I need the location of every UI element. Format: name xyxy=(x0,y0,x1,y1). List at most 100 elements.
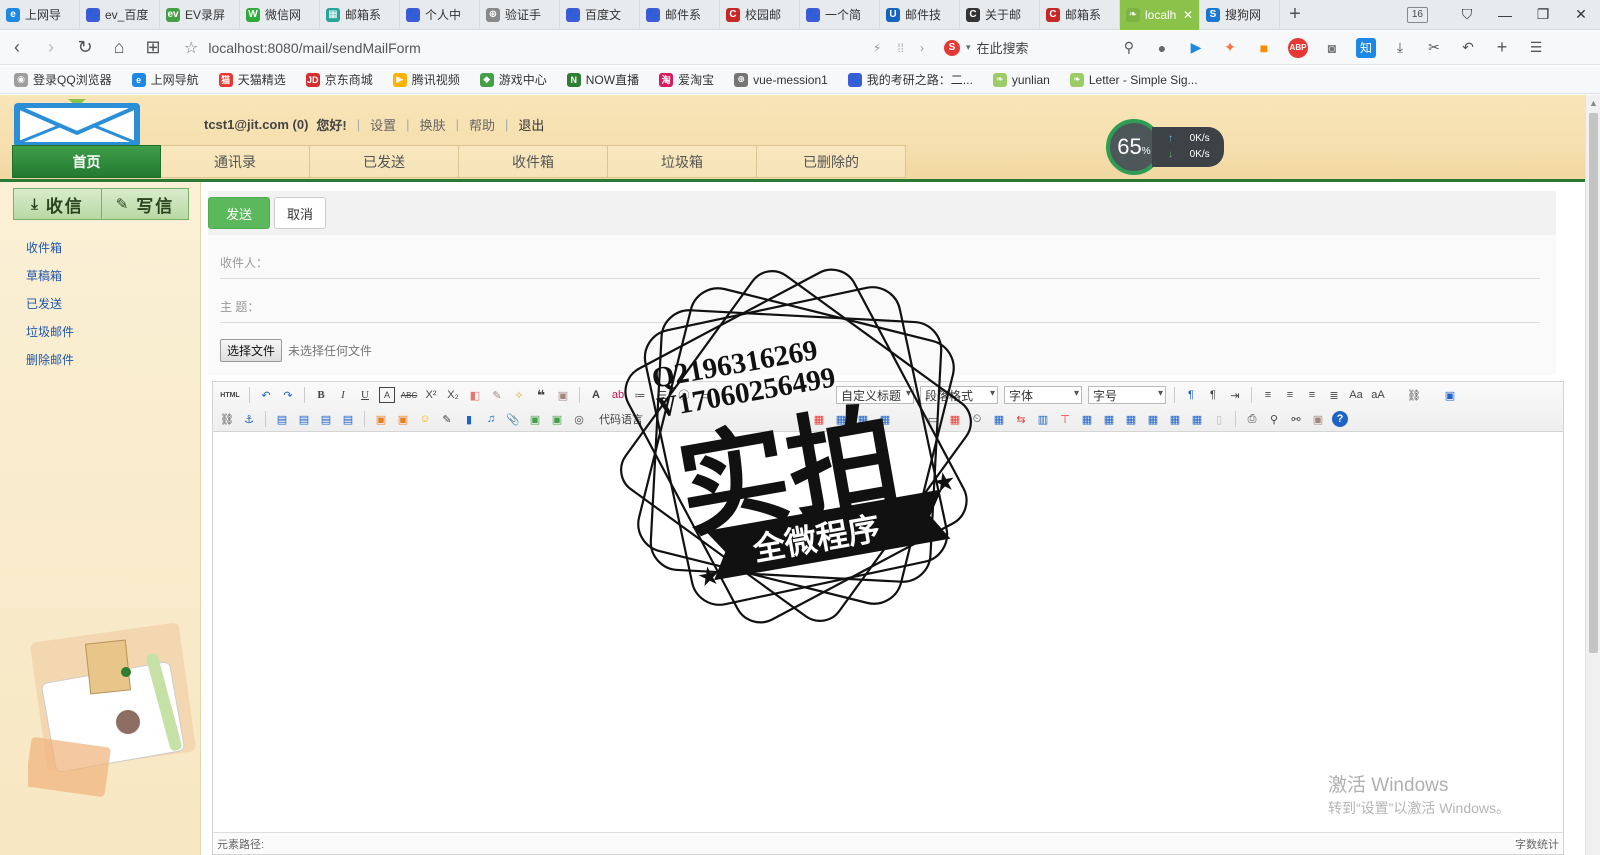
nav-tab-trash[interactable]: 垃圾箱 xyxy=(608,145,757,178)
font-size-select[interactable]: 字号 xyxy=(1088,386,1166,404)
unlink-icon[interactable]: ⛓ xyxy=(219,411,235,427)
adblock-icon[interactable]: ABP xyxy=(1288,37,1308,58)
split-rows-icon[interactable]: ▦ xyxy=(1145,411,1161,427)
scrollbar-thumb[interactable] xyxy=(1589,113,1598,653)
url-field[interactable]: ☆ localhost:8080/mail/sendMailForm ⚡ ⁞⁞ … xyxy=(184,38,924,58)
search-box[interactable]: S ▾ 在此搜索 ⚲ xyxy=(944,38,1134,57)
ltr-icon[interactable]: ¶ xyxy=(1183,387,1199,403)
binoculars-icon[interactable]: ⚯ xyxy=(1288,411,1304,427)
browser-tab[interactable]: ❧ localh ✕ xyxy=(1120,0,1200,30)
sidebar-item-spam[interactable]: 垃圾邮件 xyxy=(26,318,74,346)
align-center-icon[interactable]: ≡ xyxy=(1282,387,1298,403)
reload-button[interactable]: ↻ xyxy=(68,37,102,58)
zoom-preview-icon[interactable]: ⚲ xyxy=(1266,411,1282,427)
bookmark-item[interactable]: ◉ 登录QQ浏览器 xyxy=(14,71,112,88)
cancel-button[interactable]: 取消 xyxy=(274,197,326,229)
settings-link[interactable]: 设置 xyxy=(370,115,396,134)
bookmark-item[interactable]: ⊕ vue-mession1 xyxy=(734,72,828,87)
close-tab-icon[interactable]: ✕ xyxy=(1183,8,1193,22)
insert-video-icon[interactable]: ▮ xyxy=(461,411,477,427)
delete-table-icon[interactable]: ▦ xyxy=(1189,411,1205,427)
html-source-icon[interactable]: HTML xyxy=(219,387,241,403)
browser-tab[interactable]: S 搜狗网 xyxy=(1200,0,1280,30)
play-icon[interactable]: ▶ xyxy=(1186,38,1206,58)
lowercase-icon[interactable]: aA xyxy=(1370,387,1386,403)
bookmark-item[interactable]: ▶ 腾讯视频 xyxy=(392,71,460,88)
bold-icon[interactable]: B xyxy=(313,387,329,403)
gamepad-icon[interactable]: ✦ xyxy=(1220,38,1240,58)
network-speed-widget[interactable]: 65% ↑ 0K/s ↓ 0K/s xyxy=(1106,119,1224,175)
logout-link[interactable]: 退出 xyxy=(518,115,544,134)
split-cells-icon[interactable]: ▦ xyxy=(1123,411,1139,427)
browser-tab[interactable]: 🐾 百度文 xyxy=(560,0,640,30)
search-placeholder[interactable]: 在此搜索 xyxy=(977,38,1029,57)
bookmark-item[interactable]: N NOW直播 xyxy=(566,71,639,88)
nav-tab-deleted[interactable]: 已删除的 xyxy=(757,145,906,178)
superscript-icon[interactable]: X² xyxy=(423,387,439,403)
insert-row-icon[interactable]: ⇆ xyxy=(1013,411,1029,427)
draft-icon[interactable]: ▣ xyxy=(1310,411,1326,427)
flash-icon[interactable]: ⚡ xyxy=(873,41,881,55)
bookmark-item[interactable]: 淘爱淘宝 xyxy=(659,71,714,88)
choose-file-button[interactable]: 选择文件 xyxy=(220,339,283,362)
attachment-icon[interactable]: 📎 xyxy=(505,411,521,427)
rtl-icon[interactable]: ¶ xyxy=(1205,387,1221,403)
browser-tab[interactable]: 🐾 邮件系 xyxy=(640,0,720,30)
paste-plain-icon[interactable]: ▣ xyxy=(555,387,571,403)
insert-frame-icon[interactable]: ◎ xyxy=(571,411,587,427)
strikethrough-icon[interactable]: ABC xyxy=(401,387,417,403)
bookmark-item[interactable]: ❧ yunlian xyxy=(992,72,1050,87)
close-window-button[interactable]: ✕ xyxy=(1562,6,1600,23)
multi-image-icon[interactable]: ▣ xyxy=(395,411,411,427)
restore-button[interactable]: ❐ xyxy=(1524,6,1562,23)
minimize-button[interactable]: — xyxy=(1486,7,1524,23)
align-right-icon[interactable]: ≡ xyxy=(1304,387,1320,403)
merge-down-icon[interactable]: ▦ xyxy=(1101,411,1117,427)
search-icon[interactable]: ⚲ xyxy=(1124,39,1134,56)
browser-tab[interactable]: 🐾 ev_百度 xyxy=(80,0,160,30)
redo-icon[interactable]: ↷ xyxy=(280,387,296,403)
anchor-icon[interactable]: ⚓ xyxy=(241,411,257,427)
scroll-up-icon[interactable]: ▲ xyxy=(1589,98,1598,108)
font-border-icon[interactable]: A xyxy=(379,387,395,403)
page-break-icon[interactable]: ▯ xyxy=(1211,411,1227,427)
menu-icon[interactable]: ☰ xyxy=(1526,38,1546,58)
format-brush-icon[interactable]: ✎ xyxy=(489,387,505,403)
sidebar-item-deleted[interactable]: 删除邮件 xyxy=(26,346,74,374)
write-mail-button[interactable]: ✎ 写信 xyxy=(101,189,188,219)
browser-tab[interactable]: ⊕ 验证手 xyxy=(480,0,560,30)
zhihu-icon[interactable]: 知 xyxy=(1356,37,1376,58)
preview-icon[interactable]: ▣ xyxy=(1442,387,1458,403)
browser-tab[interactable]: U 邮件技 xyxy=(880,0,960,30)
google-map-icon[interactable]: ▣ xyxy=(549,411,565,427)
receive-mail-button[interactable]: ⤓ 收信 xyxy=(14,189,101,219)
browser-tab[interactable]: W 微信网 xyxy=(240,0,320,30)
download-icon[interactable]: ⤓ xyxy=(1390,38,1410,58)
bookmark-item[interactable]: e 上网导航 xyxy=(131,71,199,88)
uppercase-icon[interactable]: Aa xyxy=(1348,387,1364,403)
sogou-search-icon[interactable]: S xyxy=(944,39,960,56)
bookmark-star-icon[interactable]: ☆ xyxy=(184,38,198,58)
bookmark-item[interactable]: 猫天猫精选 xyxy=(218,71,286,88)
music-icon[interactable]: ♫ xyxy=(483,411,499,427)
nav-tab-inbox[interactable]: 收件箱 xyxy=(459,145,608,178)
lightbulb-icon[interactable]: ● xyxy=(1152,38,1172,58)
eraser-icon[interactable]: ◧ xyxy=(467,387,483,403)
plus-icon[interactable]: + xyxy=(1492,37,1512,58)
undo-icon[interactable]: ↶ xyxy=(1458,38,1478,58)
scrawl-icon[interactable]: ✎ xyxy=(439,411,455,427)
merge-right-icon[interactable]: ▦ xyxy=(1079,411,1095,427)
nav-tab-contacts[interactable]: 通讯录 xyxy=(161,145,310,178)
sidebar-item-drafts[interactable]: 草稿箱 xyxy=(26,262,74,290)
url-text[interactable]: localhost:8080/mail/sendMailForm xyxy=(208,40,420,56)
sidebar-item-sent[interactable]: 已发送 xyxy=(26,290,74,318)
italic-icon[interactable]: I xyxy=(335,387,351,403)
bookmark-item[interactable]: 🐾 我的考研之路：二... xyxy=(847,71,973,88)
undo-icon[interactable]: ↶ xyxy=(258,387,274,403)
align-left-icon[interactable]: ≡ xyxy=(1260,387,1276,403)
font-family-select[interactable]: 字体 xyxy=(1004,386,1082,404)
link-icon[interactable]: ⛓ xyxy=(1406,387,1422,403)
split-cols-icon[interactable]: ▦ xyxy=(1167,411,1183,427)
help-icon[interactable]: ? xyxy=(1332,411,1348,427)
skin-link[interactable]: 换肤 xyxy=(420,115,446,134)
